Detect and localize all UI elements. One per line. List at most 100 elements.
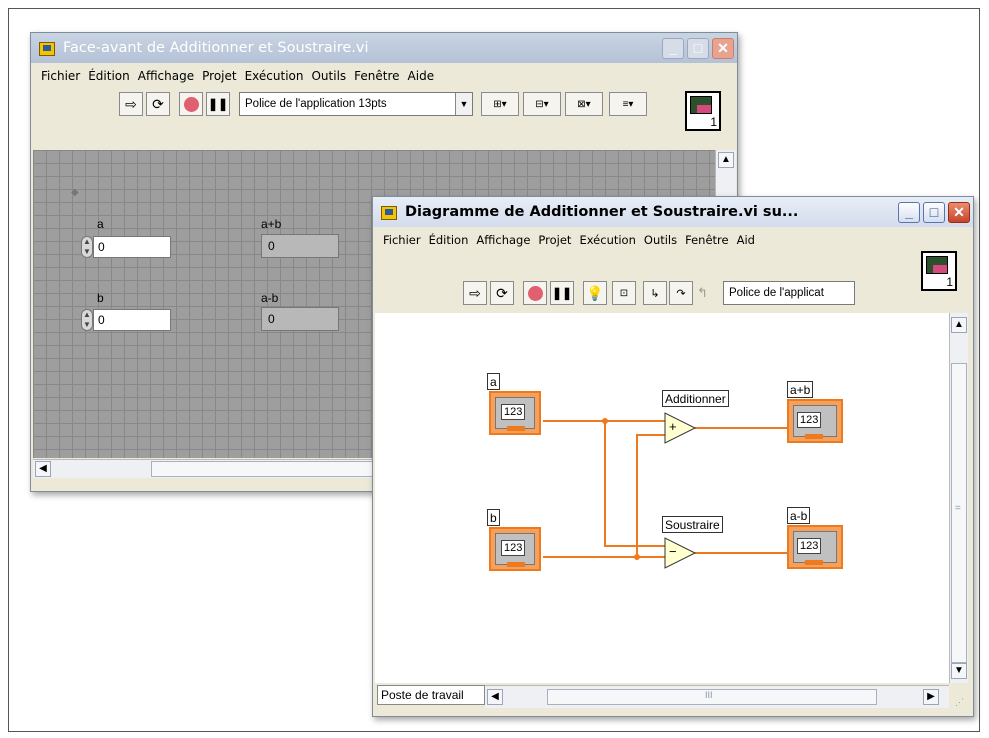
highlight-execution-icon[interactable]: 💡 — [583, 281, 607, 305]
menu-outils[interactable]: Outils — [644, 233, 677, 247]
run-arrow-icon[interactable]: ⇨ — [119, 92, 143, 116]
block-diagram-toolbar: ⇨ ⟳ ❚❚ 💡 ⊡ ↳ ↷ ↰ Police de l'applicat — [375, 277, 971, 307]
terminal-sum-type: 123 — [797, 412, 822, 428]
indicator-sum-label: a+b — [261, 217, 282, 231]
indicator-diff-label: a-b — [261, 291, 279, 305]
align-objects-icon[interactable]: ⊞▾ — [481, 92, 519, 116]
block-diagram-window: Diagramme de Additionner et Soustraire.v… — [372, 196, 974, 717]
font-selector[interactable]: Police de l'applicat — [723, 281, 855, 305]
pause-icon[interactable]: ❚❚ — [206, 92, 230, 116]
terminal-a-type: 123 — [501, 404, 526, 420]
subtract-node-label: Soustraire — [662, 516, 723, 533]
block-diagram-title: Diagramme de Additionner et Soustraire.v… — [405, 204, 799, 220]
scroll-right-icon[interactable]: ▶ — [923, 689, 939, 705]
add-node-symbol: + — [669, 419, 677, 434]
terminal-b-control[interactable]: 123 — [489, 527, 541, 571]
abort-execution-icon[interactable] — [523, 281, 547, 305]
maximize-button[interactable]: □ — [687, 37, 709, 59]
vi-icon-connector[interactable]: 1 — [921, 251, 957, 291]
close-button[interactable]: ✕ — [948, 201, 970, 223]
menu-affichage[interactable]: Affichage — [476, 233, 530, 247]
menu-aide[interactable]: Aide — [408, 69, 435, 83]
front-panel-menubar: Fichier Édition Affichage Projet Exécuti… — [33, 65, 735, 87]
terminal-diff-indicator[interactable]: 123 — [787, 525, 843, 569]
labview-app-icon — [381, 204, 399, 220]
wire-junction-a — [602, 418, 608, 424]
menu-edition[interactable]: Édition — [429, 233, 469, 247]
step-out-icon[interactable]: ↰ — [697, 285, 708, 301]
run-continuously-icon[interactable]: ⟳ — [490, 281, 514, 305]
scroll-down-icon[interactable]: ▼ — [951, 663, 967, 679]
block-diagram-titlebar[interactable]: Diagramme de Additionner et Soustraire.v… — [373, 197, 973, 227]
subtract-node-symbol: − — [669, 544, 677, 559]
labview-app-icon — [39, 40, 57, 56]
menu-fenetre[interactable]: Fenêtre — [354, 69, 399, 83]
wire-b-branch — [636, 434, 665, 557]
grid-origin-marker: ◆ — [71, 187, 79, 198]
menu-execution[interactable]: Exécution — [245, 69, 304, 83]
step-over-icon[interactable]: ↷ — [669, 281, 693, 305]
control-a-spinner[interactable]: ▲ ▼ — [81, 236, 93, 258]
menu-execution[interactable]: Exécution — [579, 233, 635, 247]
vscroll-grip: = — [955, 503, 961, 514]
menu-affichage[interactable]: Affichage — [138, 69, 194, 83]
indicator-diff-value: 0 — [261, 307, 339, 331]
hscroll-thumb[interactable] — [151, 461, 391, 477]
terminal-a-label: a — [487, 373, 500, 390]
chevron-down-icon: ▼ — [455, 93, 472, 115]
scroll-up-icon[interactable]: ▲ — [718, 152, 734, 168]
add-node-label: Additionner — [662, 390, 729, 407]
menu-fichier[interactable]: Fichier — [383, 233, 421, 247]
front-panel-titlebar[interactable]: Face-avant de Additionner et Soustraire.… — [31, 33, 737, 63]
block-diagram-vscroll[interactable]: ▲ = ▼ — [949, 313, 968, 683]
font-selector-value: Police de l'applicat — [729, 287, 824, 299]
terminal-b-type: 123 — [501, 540, 526, 556]
scroll-left-icon[interactable]: ◀ — [35, 461, 51, 477]
font-selector[interactable]: Police de l'application 13pts ▼ — [239, 92, 473, 116]
block-diagram-canvas[interactable]: + − Additionner Soustraire a 123 b 123 a… — [375, 313, 949, 683]
menu-aide[interactable]: Aid — [737, 233, 755, 247]
minimize-button[interactable]: _ — [662, 37, 684, 59]
scroll-up-icon[interactable]: ▲ — [951, 317, 967, 333]
abort-execution-icon[interactable] — [179, 92, 203, 116]
vi-icon-number: 1 — [946, 275, 953, 289]
menu-outils[interactable]: Outils — [311, 69, 346, 83]
reorder-icon[interactable]: ≡▾ — [609, 92, 647, 116]
control-b-spinner[interactable]: ▲ ▼ — [81, 309, 93, 331]
target-context: Poste de travail — [377, 685, 485, 705]
run-continuously-icon[interactable]: ⟳ — [146, 92, 170, 116]
control-b-label: b — [97, 291, 104, 305]
wire-a-branch — [604, 421, 665, 547]
menu-projet[interactable]: Projet — [202, 69, 236, 83]
wire-junction-b — [634, 554, 640, 560]
wiring-diagram — [543, 412, 787, 569]
indicator-sum-value: 0 — [261, 234, 339, 258]
menu-fenetre[interactable]: Fenêtre — [685, 233, 728, 247]
pause-icon[interactable]: ❚❚ — [550, 281, 574, 305]
scroll-left-icon[interactable]: ◀ — [487, 689, 503, 705]
vi-icon-connector[interactable]: 1 — [685, 91, 721, 131]
control-a-label: a — [97, 217, 104, 231]
step-into-icon[interactable]: ↳ — [643, 281, 667, 305]
minimize-button[interactable]: _ — [898, 201, 920, 223]
terminal-diff-label: a-b — [787, 507, 811, 524]
resize-objects-icon[interactable]: ⊠▾ — [565, 92, 603, 116]
menu-edition[interactable]: Édition — [88, 69, 130, 83]
resize-grip-icon[interactable]: ⋰ — [955, 697, 964, 708]
terminal-sum-label: a+b — [787, 381, 814, 398]
distribute-objects-icon[interactable]: ⊟▾ — [523, 92, 561, 116]
menu-projet[interactable]: Projet — [538, 233, 571, 247]
run-arrow-icon[interactable]: ⇨ — [463, 281, 487, 305]
block-diagram-hscroll[interactable]: ◀ III ▶ — [485, 685, 949, 708]
control-b-input[interactable]: 0 — [93, 309, 171, 331]
terminal-a-control[interactable]: 123 — [489, 391, 541, 435]
retain-wire-values-icon[interactable]: ⊡ — [612, 281, 636, 305]
control-a-input[interactable]: 0 — [93, 236, 171, 258]
front-panel-title: Face-avant de Additionner et Soustraire.… — [63, 40, 369, 56]
terminal-diff-type: 123 — [797, 538, 822, 554]
terminal-b-label: b — [487, 509, 500, 526]
maximize-button[interactable]: □ — [923, 201, 945, 223]
menu-fichier[interactable]: Fichier — [41, 69, 80, 83]
close-button[interactable]: ✕ — [712, 37, 734, 59]
terminal-sum-indicator[interactable]: 123 — [787, 399, 843, 443]
